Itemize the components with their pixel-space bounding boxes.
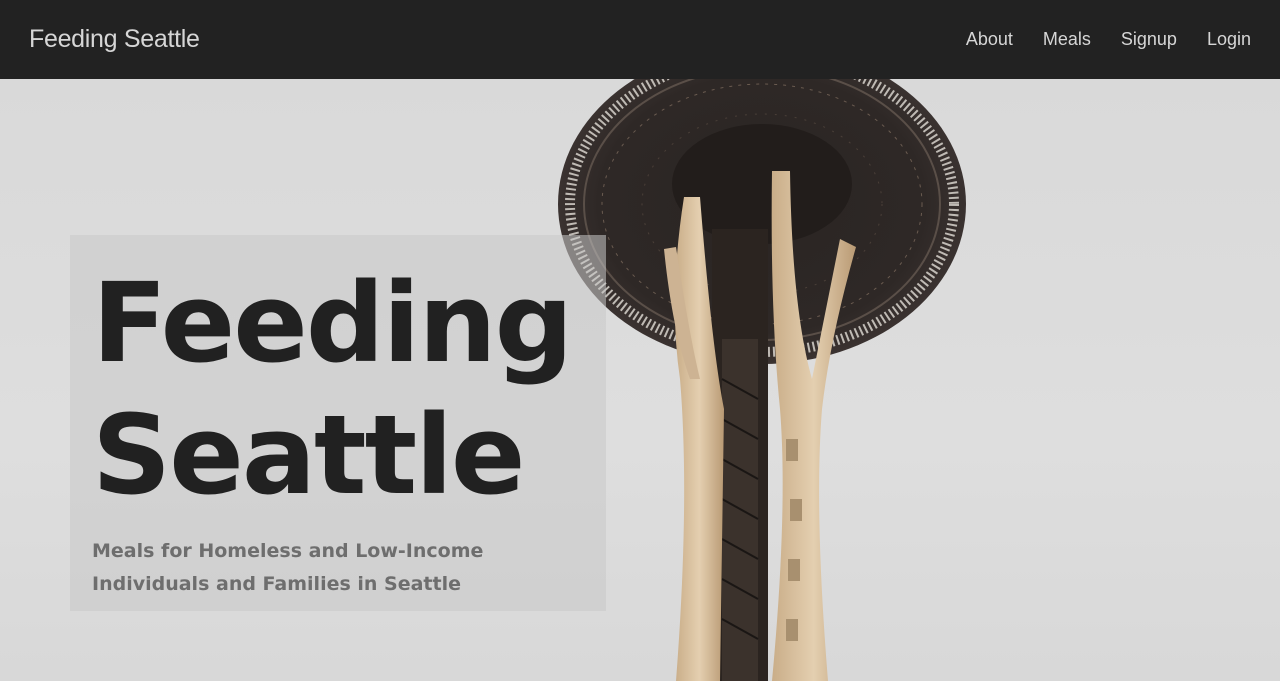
hero-title-line-2: Seattle (92, 391, 526, 519)
nav-link-login[interactable]: Login (1207, 29, 1251, 50)
hero-title-line-1: Feeding (92, 259, 573, 387)
navbar: Feeding Seattle About Meals Signup Login (0, 0, 1280, 79)
hero-subtitle: Meals for Homeless and Low-Income Indivi… (92, 540, 484, 595)
nav-link-about[interactable]: About (966, 29, 1013, 50)
nav-link-meals[interactable]: Meals (1043, 29, 1091, 50)
hero-title: Feeding Seattle (92, 257, 592, 521)
brand-link[interactable]: Feeding Seattle (29, 25, 200, 54)
hero-section: Feeding Seattle Meals for Homeless and L… (0, 79, 1280, 681)
nav-link-signup[interactable]: Signup (1121, 29, 1177, 50)
nav-links: About Meals Signup Login (936, 29, 1251, 50)
hero-text-box: Feeding Seattle Meals for Homeless and L… (70, 235, 606, 611)
